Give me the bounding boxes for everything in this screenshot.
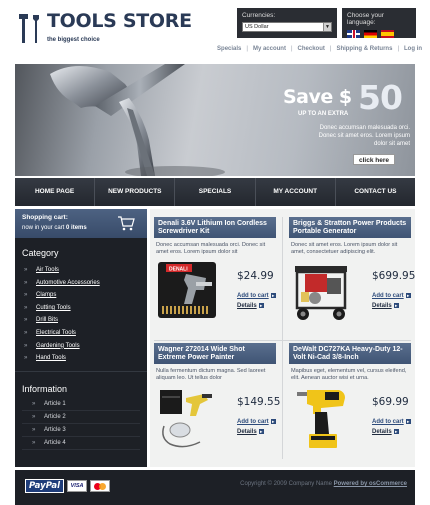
toplink-log-in[interactable]: Log in — [404, 46, 422, 52]
arrow-right-icon[interactable]: ► — [393, 429, 399, 434]
product-title[interactable]: Wagner 272014 Wide Shot Extreme Power Pa… — [154, 343, 276, 364]
uk-flag-icon[interactable] — [347, 30, 360, 38]
mastercard-logo — [90, 480, 111, 492]
save-up-to: UP TO AN EXTRA — [298, 111, 349, 117]
arrow-right-icon[interactable]: ► — [270, 293, 276, 298]
product-price: $24.99 — [237, 270, 274, 282]
info-article-3[interactable]: Article 3 — [22, 424, 140, 437]
language-box: Choose your language: — [342, 8, 416, 38]
category-automotive-accessories[interactable]: Automotive Accessories — [22, 277, 140, 290]
add-to-cart-button[interactable]: Add to cart ► — [372, 293, 411, 299]
category-drill-bits[interactable]: Drill Bits — [22, 314, 140, 327]
screwdriver-kit-image[interactable]: DENALI — [156, 260, 218, 328]
nav-home-page[interactable]: HOME PAGE — [15, 178, 96, 206]
details-link[interactable]: Details ► — [372, 303, 399, 309]
paint-sprayer-image[interactable] — [156, 386, 218, 454]
payment-logos: PayPal VISA — [25, 479, 111, 493]
product-title[interactable]: Denali 3.6V Lithium Ion Cordless Screwdr… — [154, 217, 276, 238]
nav-new-products[interactable]: NEW PRODUCTS — [95, 178, 176, 206]
shopping-cart-box[interactable]: Shopping cart: now in your cart 0 items — [15, 209, 147, 238]
nav-contact-us[interactable]: CONTACT US — [336, 178, 415, 206]
products-grid: Denali 3.6V Lithium Ion Cordless Screwdr… — [150, 209, 415, 467]
product-card: Denali 3.6V Lithium Ion Cordless Screwdr… — [154, 217, 276, 332]
arrow-right-icon[interactable]: ► — [258, 303, 264, 308]
info-article-1[interactable]: Article 1 — [22, 398, 140, 411]
divider — [154, 340, 411, 341]
category-electrical-tools[interactable]: Electrical Tools — [22, 327, 140, 340]
toplink-my-account[interactable]: My account — [253, 46, 286, 52]
store-subtitle: the biggest choice — [47, 37, 100, 43]
paypal-logo: PayPal — [25, 479, 65, 493]
arrow-right-icon[interactable]: ► — [258, 429, 264, 434]
currency-select[interactable]: US Dollar ▼ — [242, 22, 332, 32]
divider — [282, 217, 283, 459]
arrow-right-icon[interactable]: ► — [393, 303, 399, 308]
category-gardening-tools[interactable]: Gardening Tools — [22, 340, 140, 353]
product-title[interactable]: Briggs & Stratton Power Products Portabl… — [289, 217, 411, 238]
header: TOOLS STORE the biggest choice Currencie… — [0, 0, 430, 60]
save-headline: Save $ — [283, 86, 352, 108]
copyright-text: Copyright © 2009 Company Name Powered by… — [240, 481, 407, 487]
nav-specials[interactable]: SPECIALS — [175, 178, 256, 206]
product-card: DeWalt DC727KA Heavy-Duty 12-Volt Ni-Cad… — [289, 343, 411, 458]
product-description: Donec sit amet eros. Lorem ipsum dolor s… — [291, 242, 398, 255]
category-hand-tools[interactable]: Hand Tools — [22, 352, 140, 365]
toplink-specials[interactable]: Specials — [217, 46, 241, 52]
store-title[interactable]: TOOLS STORE — [47, 10, 192, 32]
arrow-right-icon[interactable]: ► — [270, 419, 276, 424]
info-article-2[interactable]: Article 2 — [22, 411, 140, 424]
nav-my-account[interactable]: MY ACCOUNT — [256, 178, 336, 206]
visa-logo: VISA — [67, 480, 88, 492]
details-link[interactable]: Details ► — [237, 303, 264, 309]
product-description: Nulla fermentum dictum magna. Sed laoree… — [156, 368, 266, 381]
toplink-checkout[interactable]: Checkout — [298, 46, 325, 52]
footer: PayPal VISA Copyright © 2009 Company Nam… — [15, 470, 415, 505]
cart-icon[interactable] — [117, 215, 135, 231]
product-price: $699.95 — [372, 270, 416, 282]
product-card: Wagner 272014 Wide Shot Extreme Power Pa… — [154, 343, 280, 458]
currency-box: Currencies: US Dollar ▼ — [237, 8, 337, 38]
info-article-4[interactable]: Article 4 — [22, 437, 140, 450]
category-cutting-tools[interactable]: Cutting Tools — [22, 302, 140, 315]
german-flag-icon[interactable] — [364, 30, 377, 38]
tools-logo-icon — [19, 14, 39, 43]
generator-image[interactable] — [291, 260, 353, 328]
product-price: $149.55 — [237, 396, 281, 408]
product-title[interactable]: DeWalt DC727KA Heavy-Duty 12-Volt Ni-Cad… — [289, 343, 411, 364]
banner-description: Donec accumsan malesuada orci. Donec sit… — [318, 125, 410, 147]
main-nav: HOME PAGE NEW PRODUCTS SPECIALS MY ACCOU… — [15, 178, 415, 206]
cart-count: 0 items — [66, 225, 87, 231]
promo-banner: Save $ 50 UP TO AN EXTRA Donec accumsan … — [15, 64, 415, 176]
product-price: $69.99 — [372, 396, 409, 408]
information-heading: Information — [15, 370, 147, 398]
category-air-tools[interactable]: Air Tools — [22, 264, 140, 277]
language-label: Choose your language: — [347, 12, 384, 26]
category-heading: Category — [22, 248, 59, 258]
toplink-shipping-returns[interactable]: Shipping & Returns — [336, 46, 392, 52]
svg-text:DENALI: DENALI — [169, 267, 188, 273]
details-link[interactable]: Details ► — [237, 429, 264, 435]
click-here-button[interactable]: click here — [353, 154, 395, 165]
arrow-right-icon[interactable]: ► — [405, 293, 411, 298]
powered-by-link[interactable]: Powered by osCommerce — [334, 481, 407, 487]
chevron-down-icon[interactable]: ▼ — [323, 23, 331, 31]
currency-selected-value: US Dollar — [245, 24, 269, 30]
category-clamps[interactable]: Clamps — [22, 289, 140, 302]
sidebar: Shopping cart: now in your cart 0 items … — [15, 209, 147, 467]
add-to-cart-button[interactable]: Add to cart ► — [372, 419, 411, 425]
cordless-drill-image[interactable] — [291, 386, 353, 454]
category-list: Air Tools Automotive Accessories Clamps … — [15, 264, 147, 365]
save-amount: 50 — [358, 78, 403, 117]
arrow-right-icon[interactable]: ► — [405, 419, 411, 424]
details-link[interactable]: Details ► — [372, 429, 399, 435]
product-description: Mapibus eget, elementum vel, cursus elei… — [291, 368, 407, 381]
top-links: Specials | My account | Checkout | Shipp… — [217, 46, 422, 52]
product-card: Briggs & Stratton Power Products Portabl… — [289, 217, 415, 332]
product-description: Donec accumsan malesuada orci. Donec sit… — [156, 242, 266, 255]
spanish-flag-icon[interactable] — [381, 30, 394, 38]
add-to-cart-button[interactable]: Add to cart ► — [237, 419, 276, 425]
add-to-cart-button[interactable]: Add to cart ► — [237, 293, 276, 299]
currencies-label: Currencies: — [242, 12, 276, 19]
